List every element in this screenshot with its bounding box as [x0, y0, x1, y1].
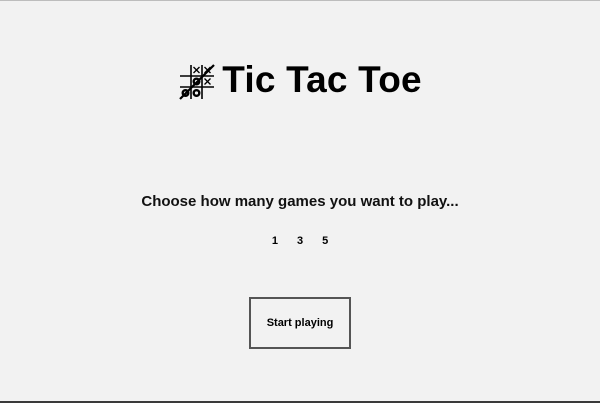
game-title: Tic Tac Toe: [222, 59, 422, 100]
games-option-3[interactable]: 3: [295, 235, 305, 247]
start-playing-label: Start playing: [266, 317, 334, 329]
start-playing-button[interactable]: Start playing: [249, 297, 351, 349]
games-option-1[interactable]: 1: [270, 235, 280, 247]
tic-tac-toe-board-icon: [178, 61, 216, 101]
header: Tic Tac Toe: [0, 59, 600, 101]
games-count-options: 1 3 5: [0, 235, 600, 247]
game-screen: Tic Tac Toe Choose how many games you wa…: [0, 0, 600, 403]
games-count-prompt: Choose how many games you want to play..…: [141, 193, 459, 210]
games-option-5[interactable]: 5: [320, 235, 330, 247]
